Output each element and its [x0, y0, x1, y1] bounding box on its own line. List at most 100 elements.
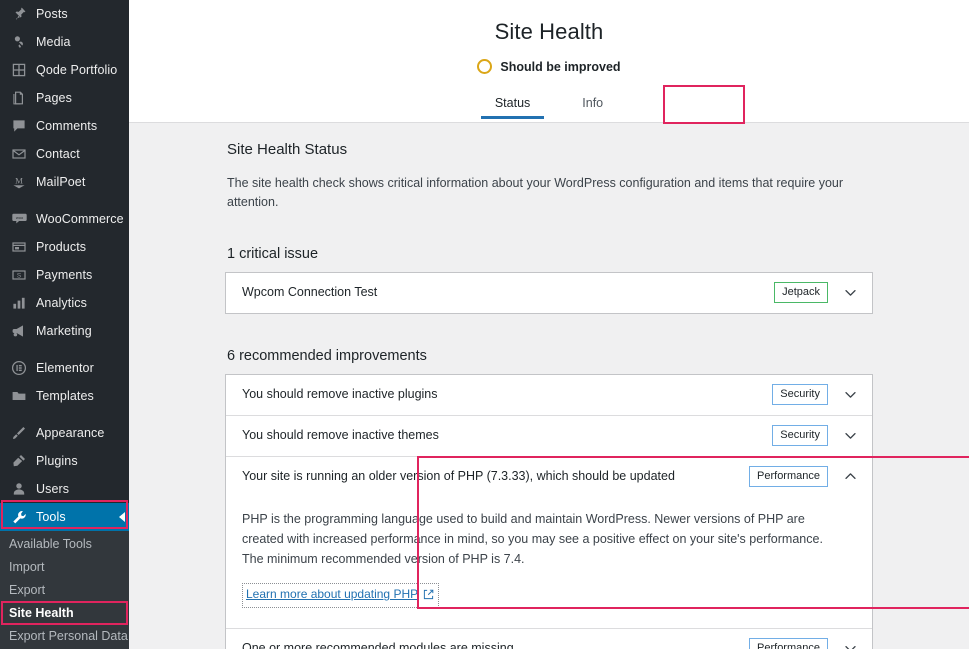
status-ring-icon: [477, 59, 493, 74]
health-issue-badge: Jetpack: [774, 282, 828, 303]
sidebar-item-label: Posts: [36, 7, 68, 21]
sidebar-item-media[interactable]: Media: [0, 28, 129, 56]
sidebar-item-label: Appearance: [36, 426, 105, 440]
sidebar-item-elementor[interactable]: Elementor: [0, 354, 129, 382]
sidebar-item-payments[interactable]: S Payments: [0, 261, 129, 289]
media-icon: [9, 32, 29, 52]
health-issue-description: PHP is the programming language used to …: [242, 511, 823, 567]
bar-chart-icon: [9, 293, 29, 313]
sidebar-item-label: Pages: [36, 91, 72, 105]
sidebar-item-comments[interactable]: Comments: [0, 112, 129, 140]
sidebar-item-woocommerce[interactable]: woo WooCommerce: [0, 205, 129, 233]
sidebar-item-users[interactable]: Users: [0, 475, 129, 503]
health-issue-badge: Performance: [749, 466, 828, 487]
section-description: The site health check shows critical inf…: [227, 176, 844, 209]
page-title: Site Health: [494, 19, 604, 44]
sidebar-item-plugins[interactable]: Plugins: [0, 447, 129, 475]
chevron-down-icon[interactable]: [840, 639, 860, 649]
envelope-icon: [9, 144, 29, 164]
sidebar-item-label: Media: [36, 35, 71, 49]
pages-icon: [9, 88, 29, 108]
sidebar-item-analytics[interactable]: Analytics: [0, 289, 129, 317]
health-issue-title: You should remove inactive themes: [242, 427, 439, 442]
payments-icon: S: [9, 265, 29, 285]
sidebar-item-label: Products: [36, 240, 87, 254]
tab-bar: Status Info: [129, 90, 969, 119]
user-icon: [9, 479, 29, 499]
sidebar-item-contact[interactable]: Contact: [0, 140, 129, 168]
sidebar-item-mailpoet[interactable]: M MailPoet: [0, 168, 129, 196]
health-issue-row: You should remove inactive themes Securit…: [226, 414, 872, 456]
woocommerce-icon: woo: [9, 209, 29, 229]
sidebar-subitem-export[interactable]: Export: [0, 579, 129, 602]
page-header: Site Health Should be improved Status Inf…: [129, 0, 969, 123]
recommended-heading: 6 recommended improvements: [227, 347, 427, 364]
sidebar-subitem-site-health[interactable]: Site Health: [0, 602, 129, 625]
chevron-down-icon[interactable]: [840, 385, 860, 405]
health-issue-row: You should remove inactive plugins Securi…: [226, 375, 872, 415]
svg-text:M: M: [15, 176, 23, 186]
wrench-icon: [9, 507, 29, 527]
chevron-down-icon[interactable]: [840, 426, 860, 446]
sidebar-separator: [0, 345, 129, 354]
sidebar-item-products[interactable]: Products: [0, 233, 129, 261]
tab-label: Info: [582, 96, 604, 110]
svg-text:S: S: [17, 273, 21, 280]
health-issue-header[interactable]: Wpcom Connection Test Jetpack: [226, 273, 872, 313]
sidebar-item-label: Qode Portfolio: [36, 63, 118, 77]
critical-issues-heading: 1 critical issue: [227, 245, 319, 262]
sidebar-item-appearance[interactable]: Appearance: [0, 419, 129, 447]
health-issue-header[interactable]: You should remove inactive themes Securit…: [226, 416, 872, 456]
health-issue-badge: Performance: [749, 638, 828, 649]
health-issue-title: You should remove inactive plugins: [242, 386, 438, 401]
sidebar-item-templates[interactable]: Templates: [0, 382, 129, 410]
health-issue-title: One or more recommended modules are miss…: [242, 640, 514, 649]
health-issue-row: Wpcom Connection Test Jetpack: [226, 273, 872, 313]
brush-icon: [9, 423, 29, 443]
sidebar-item-label: Comments: [36, 119, 98, 133]
health-issue-header[interactable]: One or more recommended modules are miss…: [226, 629, 872, 649]
elementor-icon: [9, 358, 29, 378]
sidebar-item-label: Elementor: [36, 361, 94, 375]
sidebar-item-pages[interactable]: Pages: [0, 84, 129, 112]
external-link-icon: [423, 589, 434, 600]
collapse-arrow-icon[interactable]: [119, 512, 125, 522]
sidebar-subitem-import[interactable]: Import: [0, 556, 129, 579]
health-issue-row: Your site is running an older version of…: [226, 455, 872, 628]
comment-icon: [9, 116, 29, 136]
sidebar-item-label: WooCommerce: [36, 212, 124, 226]
admin-sidebar: Posts Media Qode Portfolio Pages Comments Con…: [0, 0, 129, 649]
health-issue-header[interactable]: Your site is running an older version of…: [226, 457, 872, 497]
sidebar-item-label: Marketing: [36, 324, 92, 338]
sidebar-subitem-export-personal-data[interactable]: Export Personal Data: [0, 625, 129, 648]
status-indicator-label: Should be improved: [500, 59, 621, 74]
content-region: Site Health Status The site health check…: [129, 123, 969, 649]
sidebar-item-posts[interactable]: Posts: [0, 0, 129, 28]
sidebar-item-marketing[interactable]: Marketing: [0, 317, 129, 345]
chevron-down-icon[interactable]: [840, 283, 860, 303]
tab-label: Status: [494, 96, 531, 110]
sidebar-item-label: Users: [36, 482, 70, 496]
critical-issues-accordion: Wpcom Connection Test Jetpack: [225, 271, 873, 314]
sidebar-separator: [0, 196, 129, 205]
plug-icon: [9, 451, 29, 471]
learn-more-link[interactable]: Learn more about updating PHP: [242, 583, 440, 608]
health-issue-title: Your site is running an older version of…: [242, 468, 675, 483]
site-health-status-indicator: Should be improved: [129, 59, 969, 74]
health-issue-body: PHP is the programming language used to …: [226, 497, 872, 628]
tab-info[interactable]: Info: [556, 90, 629, 119]
health-issue-header[interactable]: You should remove inactive plugins Securi…: [226, 375, 872, 415]
sidebar-item-label: Analytics: [36, 296, 87, 310]
health-issue-badge: Security: [772, 384, 828, 405]
tab-status[interactable]: Status: [469, 90, 556, 119]
sidebar-subitem-available-tools[interactable]: Available Tools: [0, 533, 129, 556]
sidebar-item-label: Contact: [36, 147, 80, 161]
sidebar-item-label: Templates: [36, 389, 94, 403]
health-issue-title: Wpcom Connection Test: [242, 284, 378, 299]
learn-more-label: Learn more about updating PHP: [246, 587, 419, 602]
chevron-up-icon[interactable]: [840, 467, 860, 487]
sidebar-menu: Posts Media Qode Portfolio Pages Comments Con…: [0, 0, 129, 649]
sidebar-item-qode-portfolio[interactable]: Qode Portfolio: [0, 56, 129, 84]
sidebar-item-tools[interactable]: Tools: [0, 503, 129, 531]
sidebar-item-label: Tools: [36, 510, 66, 524]
